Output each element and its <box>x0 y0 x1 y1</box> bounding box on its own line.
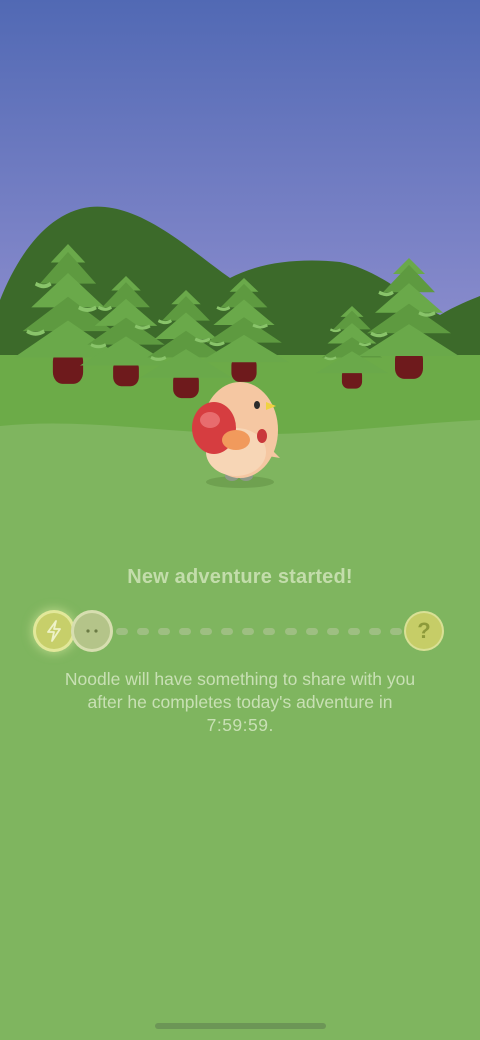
energy-node <box>36 613 72 649</box>
adventure-message: Noodle will have something to share with… <box>20 668 460 737</box>
face-icon <box>86 629 98 633</box>
adventure-progress: ? <box>34 611 446 653</box>
forest-scene <box>0 0 480 1040</box>
progress-dot <box>368 627 381 635</box>
progress-dot <box>389 627 402 635</box>
progress-dot <box>263 627 276 635</box>
home-indicator[interactable] <box>155 1023 326 1029</box>
adventure-title: New adventure started! <box>127 566 353 588</box>
progress-dot <box>347 627 360 635</box>
progress-dot <box>200 627 213 635</box>
progress-dot <box>305 627 318 635</box>
question-mark-icon: ? <box>417 618 431 643</box>
companion-node <box>74 613 110 649</box>
progress-dot <box>242 627 255 635</box>
countdown-timer: 7:59:59 <box>206 715 269 735</box>
progress-dot <box>116 627 128 635</box>
progress-dot <box>221 627 234 635</box>
reward-node[interactable]: ? <box>406 613 442 649</box>
progress-dot <box>158 627 171 635</box>
timer-period: . <box>268 715 274 735</box>
progress-dot <box>284 627 297 635</box>
progress-track <box>116 627 402 635</box>
message-line-2: after he completes today's adventure in <box>87 692 393 712</box>
lightning-bolt-icon <box>47 620 61 642</box>
progress-dot <box>137 627 150 635</box>
message-line-1: Noodle will have something to share with… <box>64 669 416 689</box>
progress-dot <box>179 627 192 635</box>
progress-dot <box>326 627 339 635</box>
